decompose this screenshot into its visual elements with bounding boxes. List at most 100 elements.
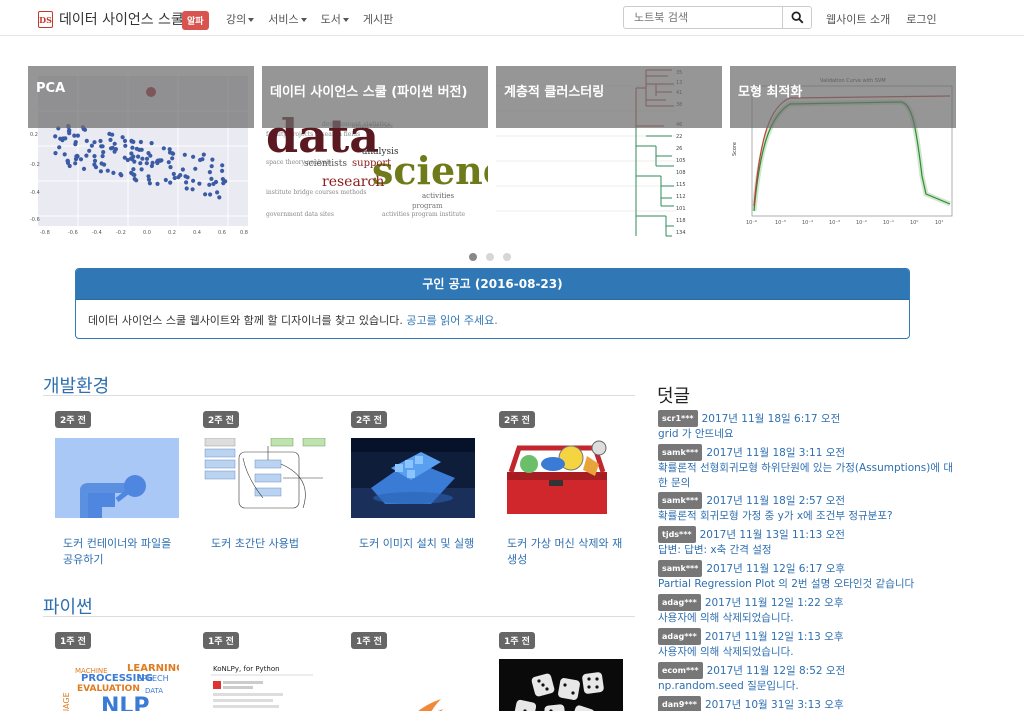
carousel-slide-hierarchical-clustering[interactable]: 35134138 462226105 108115112101 118134 계… (496, 66, 722, 242)
notice-link[interactable]: 공고를 읽어 주세요. (406, 314, 497, 327)
pca-point (144, 156, 150, 161)
pca-point (100, 154, 105, 159)
pca-point (92, 140, 97, 145)
svg-text:105: 105 (676, 158, 686, 164)
svg-text:108: 108 (676, 170, 686, 176)
nlp-word-nlp: NLP (101, 694, 150, 711)
comment-text[interactable]: Partial Regression Plot 의 2번 설명 오타인것 같습니… (658, 577, 958, 592)
svg-text:-0.2: -0.2 (30, 162, 40, 168)
article-thumbnail[interactable] (55, 438, 179, 518)
pca-point (203, 192, 208, 197)
article-thumbnail[interactable] (351, 438, 475, 518)
search-button[interactable] (782, 6, 812, 29)
carousel-dot[interactable] (503, 253, 511, 261)
comment-item[interactable]: samk*** 2017년 11월 18일 2:57 오전확률론적 회귀모형 가정… (658, 492, 958, 524)
svg-text:10⁻⁵: 10⁻⁵ (775, 220, 786, 226)
brand-logo-icon[interactable]: DS (38, 11, 53, 28)
about-link[interactable]: 웹사이트 소개 (826, 11, 890, 27)
pca-point (105, 168, 110, 173)
pca-point (161, 146, 166, 151)
pca-point (108, 137, 113, 142)
comment-item[interactable]: samk*** 2017년 11월 12일 6:17 오후 Partial Regr… (658, 560, 958, 592)
pca-point (149, 163, 154, 169)
comment-date[interactable]: 2017년 11월 12일 1:22 오후 (705, 597, 844, 609)
comment-date[interactable]: 2017년 11월 18일 2:57 오전 (706, 495, 845, 507)
comment-text[interactable]: 답변: 답변: x축 간격 설정 (658, 543, 958, 558)
pca-point (171, 171, 176, 177)
comment-user-badge[interactable]: scr1*** (658, 410, 698, 427)
carousel-slide-python-book[interactable]: faculty projects research fields develop… (262, 66, 488, 242)
article-title[interactable]: 도커 컨테이너와 파일을 공유하기 (63, 536, 181, 568)
pca-point (217, 195, 222, 200)
pca-point (132, 159, 137, 164)
comment-item[interactable]: scr1*** 2017년 11월 18일 6:17 오전 grid 가 안뜨네요 (658, 410, 958, 442)
svg-text:institute bridge courses me: institute bridge courses methods (266, 189, 366, 196)
svg-text:GUAGE: GUAGE (62, 692, 71, 711)
article-thumbnail[interactable]: MACHINE LEARNING PROCESSING SPEECH EVALU… (55, 659, 179, 711)
comment-date[interactable]: 2017년 11월 13일 11:13 오전 (700, 529, 845, 541)
comment-text[interactable]: 사용자에 의해 삭제되었습니다. (658, 645, 958, 660)
article-thumbnail[interactable]: KoNLPy, for Python (203, 659, 327, 711)
pca-point (178, 173, 183, 178)
comment-text[interactable]: 사용자에 의해 삭제되었습니다. (658, 611, 958, 626)
article-thumbnail[interactable] (351, 659, 475, 711)
pca-point (99, 161, 104, 166)
comment-text[interactable]: 확률론적 선형회귀모형 하위단원에 있는 가정(Assumptions)에 대한… (658, 461, 958, 491)
wordcloud-word-program: program (412, 202, 443, 210)
pca-point (78, 157, 84, 162)
article-title[interactable]: 도커 가상 머신 삭제와 재생성 (507, 536, 625, 568)
nav-item-lectures[interactable]: 강의 (226, 11, 255, 27)
article-title[interactable]: 도커 초간단 사용법 (211, 536, 329, 552)
pca-point (92, 162, 97, 167)
comment-user-badge[interactable]: ecom*** (658, 662, 703, 679)
comment-item[interactable]: samk*** 2017년 11월 18일 3:11 오전확률론적 선형회귀모형 … (658, 444, 958, 491)
comment-date[interactable]: 2017년 11월 12일 8:52 오전 (707, 665, 846, 677)
comment-user-badge[interactable]: samk*** (658, 444, 703, 461)
comment-item[interactable]: tjds*** 2017년 11월 13일 11:13 오전답변: 답변: x축 … (658, 526, 958, 558)
pca-point (101, 150, 106, 155)
comment-item[interactable]: ecom*** 2017년 11월 12일 8:52 오전 np.random.se… (658, 662, 958, 694)
search-input[interactable] (623, 6, 783, 29)
comment-date[interactable]: 2017년 11월 12일 1:13 오후 (705, 631, 844, 643)
comment-date[interactable]: 2017년 11월 18일 3:11 오전 (706, 447, 845, 459)
pca-point (123, 143, 128, 148)
comment-item[interactable]: adag*** 2017년 11월 12일 1:22 오후사용자에 의해 삭제되었… (658, 594, 958, 626)
comment-date[interactable]: 2017년 11월 18일 6:17 오전 (702, 413, 841, 425)
svg-text:26: 26 (676, 146, 682, 152)
comment-date[interactable]: 2017년 10월 31일 3:13 오후 (705, 699, 844, 711)
nav-item-board[interactable]: 게시판 (363, 11, 393, 27)
pca-point (220, 168, 225, 173)
comment-date[interactable]: 2017년 11월 12일 6:17 오후 (706, 563, 845, 575)
comment-user-badge[interactable]: adag*** (658, 594, 701, 611)
comment-user-badge[interactable]: samk*** (658, 492, 703, 509)
carousel-slide-model-optimization[interactable]: Validation Curve with SVM Score 10⁻⁶10⁻⁵… (730, 66, 956, 242)
brand-title[interactable]: 데이터 사이언스 스쿨 (59, 9, 184, 29)
comment-text[interactable]: grid 가 안뜨네요 (658, 427, 958, 442)
pca-point (201, 152, 206, 157)
pca-point (182, 152, 187, 157)
article-thumbnail[interactable] (499, 438, 623, 518)
job-notice-panel: 구인 공고 (2016-08-23) 데이터 사이언스 스쿨 웹사이트와 함께 … (75, 268, 910, 339)
article-thumbnail[interactable] (203, 438, 327, 518)
comment-user-badge[interactable]: samk*** (658, 560, 703, 577)
comment-user-badge[interactable]: dan9*** (658, 696, 701, 711)
carousel-slide-pca[interactable]: 0.2 -0.2 -0.4 -0.6 -0.8 -0.6 -0.4 -0.2 0.0 0.2 0.… (28, 66, 254, 242)
carousel-dot[interactable] (486, 253, 494, 261)
nav-item-books[interactable]: 도서 (321, 11, 349, 27)
comment-user-badge[interactable]: adag*** (658, 628, 701, 645)
comment-text[interactable]: np.random.seed 질문입니다. (658, 679, 958, 694)
pca-point (210, 157, 215, 162)
article-thumbnail[interactable] (499, 659, 623, 711)
slide-caption: 모형 최적화 (730, 66, 956, 128)
comment-item[interactable]: dan9*** 2017년 10월 31일 3:13 오후 (658, 696, 958, 711)
pca-point (140, 156, 145, 161)
svg-text:-0.8: -0.8 (40, 230, 50, 236)
carousel-dot[interactable] (469, 253, 477, 261)
time-badge: 2주 전 (203, 411, 239, 428)
comment-user-badge[interactable]: tjds*** (658, 526, 696, 543)
login-link[interactable]: 로그인 (906, 11, 936, 27)
comment-text[interactable]: 확률론적 회귀모형 가정 중 y가 x에 조건부 정규분포? (658, 509, 958, 524)
nav-item-services[interactable]: 서비스 (268, 11, 307, 27)
comment-item[interactable]: adag*** 2017년 11월 12일 1:13 오후사용자에 의해 삭제되었… (658, 628, 958, 660)
article-title[interactable]: 도커 이미지 설치 및 실행 (359, 536, 477, 552)
